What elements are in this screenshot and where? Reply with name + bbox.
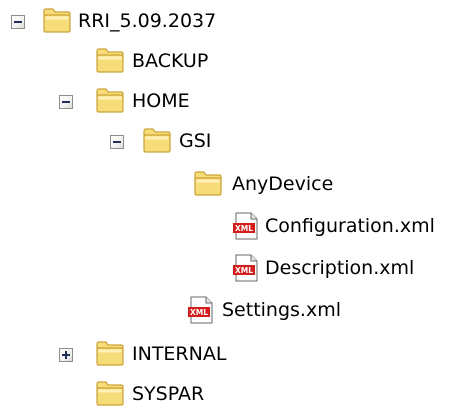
folder-icon (95, 87, 125, 115)
xml-file-icon: XML (231, 212, 261, 240)
tree-node-label-settings: Settings.xml (222, 299, 342, 321)
svg-text:XML: XML (235, 266, 253, 275)
collapse-icon[interactable] (110, 135, 124, 149)
folder-tree: RRI_5.09.2037 BACKUP HOME GSI AnyDevice … (0, 0, 476, 419)
tree-node-label-anydevice: AnyDevice (232, 173, 334, 195)
folder-icon (95, 47, 125, 75)
folder-open-icon (42, 7, 72, 35)
tree-node-label-configuration: Configuration.xml (265, 215, 435, 237)
tree-node-label-syspar: SYSPAR (132, 383, 205, 405)
folder-icon (95, 380, 125, 408)
xml-file-icon: XML (186, 296, 216, 324)
tree-node-label-home: HOME (132, 90, 190, 112)
collapse-icon[interactable] (59, 95, 73, 109)
folder-icon (193, 170, 223, 198)
tree-node-label-gsi: GSI (179, 130, 212, 152)
folder-icon (95, 340, 125, 368)
svg-text:XML: XML (190, 308, 208, 317)
collapse-icon[interactable] (11, 15, 25, 29)
svg-text:XML: XML (235, 224, 253, 233)
tree-node-label-internal: INTERNAL (132, 343, 227, 365)
expand-icon[interactable] (59, 348, 73, 362)
folder-icon (142, 127, 172, 155)
xml-file-icon: XML (231, 254, 261, 282)
tree-node-label-description: Description.xml (265, 257, 415, 279)
tree-node-label-backup: BACKUP (132, 50, 209, 72)
tree-node-label-root: RRI_5.09.2037 (78, 10, 217, 32)
